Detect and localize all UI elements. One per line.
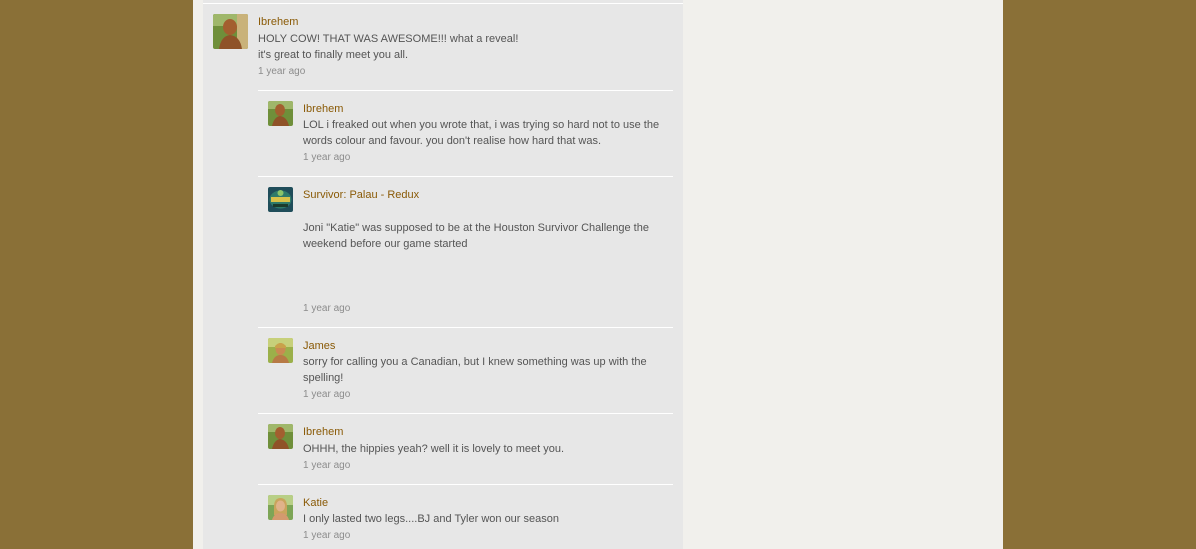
reply-author-link[interactable]: Survivor: Palau - Redux	[303, 189, 419, 201]
divider	[258, 90, 673, 91]
divider	[258, 484, 673, 485]
reply-timestamp[interactable]: 1 year ago	[303, 460, 350, 471]
reply: Survivor: Palau - Redux Joni "Katie" was…	[268, 187, 673, 317]
post-text-line: HOLY COW! THAT WAS AWESOME!!! what a rev…	[258, 33, 519, 45]
reply-timestamp[interactable]: 1 year ago	[303, 389, 350, 400]
reply-timestamp[interactable]: 1 year ago	[303, 303, 350, 314]
post-timestamp[interactable]: 1 year ago	[258, 66, 305, 77]
divider	[203, 3, 683, 4]
reply-author-link[interactable]: Ibrehem	[303, 103, 343, 115]
comment-stream: Ibrehem HOLY COW! THAT WAS AWESOME!!! wh…	[203, 0, 683, 549]
post-text-line: it's great to finally meet you all.	[258, 49, 409, 61]
ibrehem-avatar[interactable]	[268, 424, 293, 449]
reply-text-line: weekend before our game started	[303, 238, 468, 250]
divider	[258, 413, 673, 414]
post-author-link[interactable]: Ibrehem	[258, 16, 298, 28]
reply: Ibrehem LOL i freaked out when you wrote…	[268, 101, 673, 167]
james-avatar[interactable]	[268, 338, 293, 363]
reply-text-line: words colour and favour. you don't reali…	[303, 135, 602, 147]
reply: Katie I only lasted two legs....BJ and T…	[268, 495, 673, 545]
reply-text-line: sorry for calling you a Canadian, but I …	[303, 356, 647, 368]
reply-text-line: Joni "Katie" was supposed to be at the H…	[303, 222, 649, 234]
reply-text-line: I only lasted two legs....BJ and Tyler w…	[303, 513, 559, 525]
reply-timestamp[interactable]: 1 year ago	[303, 152, 350, 163]
reply-text-line: OHHH, the hippies yeah? well it is lovel…	[303, 443, 565, 455]
katie-avatar[interactable]	[268, 495, 293, 520]
divider	[258, 327, 673, 328]
reply: James sorry for calling you a Canadian, …	[268, 338, 673, 404]
reply: Ibrehem OHHH, the hippies yeah? well it …	[268, 424, 673, 474]
divider	[258, 176, 673, 177]
survivor-logo-avatar[interactable]	[268, 187, 293, 212]
reply-author-link[interactable]: James	[303, 340, 335, 352]
reply-text-line: spelling!	[303, 372, 344, 384]
page-column: Ibrehem HOLY COW! THAT WAS AWESOME!!! wh…	[193, 0, 1003, 549]
ibrehem-avatar[interactable]	[268, 101, 293, 126]
main-post: Ibrehem HOLY COW! THAT WAS AWESOME!!! wh…	[213, 14, 673, 84]
reply-timestamp[interactable]: 1 year ago	[303, 530, 350, 541]
reply-author-link[interactable]: Katie	[303, 497, 328, 509]
reply-author-link[interactable]: Ibrehem	[303, 426, 343, 438]
reply-text-line: LOL i freaked out when you wrote that, i…	[303, 119, 660, 131]
ibrehem-avatar[interactable]	[213, 14, 248, 49]
